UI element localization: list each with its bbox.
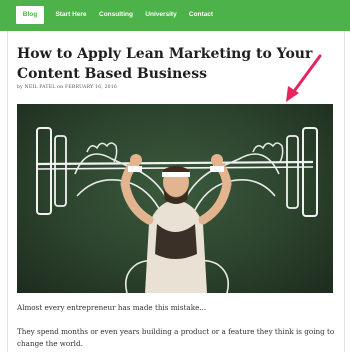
nav-item-blog[interactable]: Blog	[16, 6, 44, 24]
nav-item-university[interactable]: University	[142, 6, 180, 24]
nav-item-consulting[interactable]: Consulting	[97, 6, 135, 24]
nav-item-start-here[interactable]: Start Here	[52, 6, 90, 24]
hero-image	[17, 104, 333, 293]
article-byline: by NEIL PATEL on FEBRUARY 16, 2016	[17, 85, 118, 90]
article-title[interactable]: How to Apply Lean Marketing to Your Cont…	[17, 44, 317, 84]
chalk-barbell-illustration	[36, 127, 318, 293]
article-paragraph: They spend months or even years building…	[17, 327, 335, 348]
top-navigation: Blog Start Here Consulting University Co…	[0, 0, 350, 31]
nav-item-contact[interactable]: Contact	[186, 6, 216, 24]
pink-arrow-icon	[286, 54, 322, 102]
article-paragraph: Almost every entrepreneur has made this …	[17, 303, 207, 312]
